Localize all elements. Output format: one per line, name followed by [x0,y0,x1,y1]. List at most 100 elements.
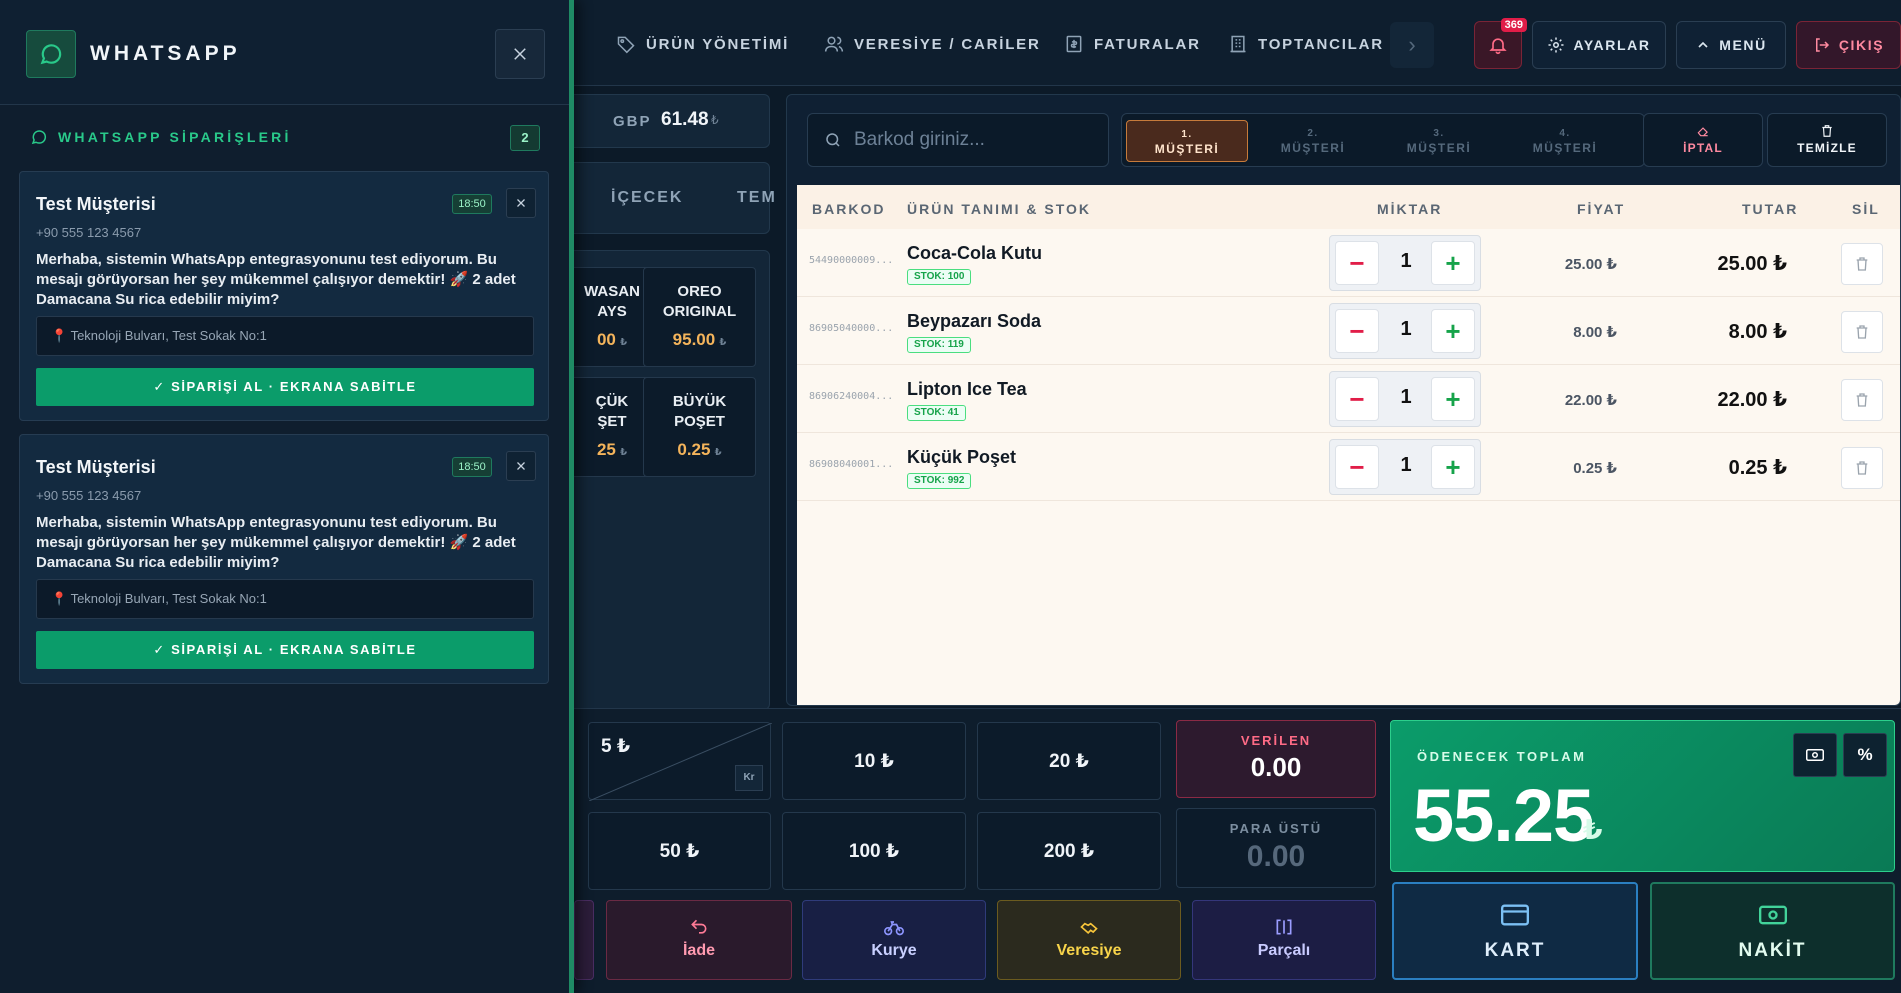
card-payment-button[interactable]: KART [1392,882,1638,980]
quantity-value[interactable]: 1 [1382,454,1430,477]
logout-button[interactable]: ÇIKIŞ [1796,21,1901,69]
percent-icon: % [1857,745,1873,764]
split-payment-button[interactable]: Parçalı [1192,900,1376,980]
cancel-button[interactable]: İPTAL [1643,113,1763,167]
decrease-button[interactable]: − [1335,377,1379,421]
total-label: ÖDENECEK TOPLAM [1417,749,1587,764]
plus-icon: + [1445,383,1461,414]
customer-phone: +90 555 123 4567 [36,488,142,503]
change-value: 0.00 [1246,840,1306,873]
money-200-button[interactable]: 200 ₺ [977,812,1161,890]
trash-icon [1856,393,1868,407]
decrease-button[interactable]: − [1335,309,1379,353]
decrease-button[interactable]: − [1335,241,1379,285]
row-price: 22.00 ₺ [1564,392,1617,409]
category-tem[interactable]: TEM [737,189,777,207]
close-icon [517,462,525,470]
whatsapp-panel: WHATSAPP WHATSAPP SİPARİŞLERİ 2 Test Müş… [0,0,574,993]
pin-icon: 📍 [51,328,68,343]
cart-table: BARKOD ÜRÜN TANIMI & STOK MİKTAR FİYAT T… [797,185,1900,705]
row-price: 0.25 ₺ [1573,460,1617,477]
product-name: POŞET [674,413,725,430]
pin-icon: 📍 [51,591,68,606]
whatsapp-close-button[interactable] [495,29,545,79]
whatsapp-orders-heading: WHATSAPP SİPARİŞLERİ [30,128,292,146]
increase-button[interactable]: + [1431,445,1475,489]
settings-button[interactable]: AYARLAR [1532,21,1666,69]
product-name: OREO [677,283,722,300]
minus-icon: − [1349,247,1365,278]
cash-payment-button[interactable]: NAKİT [1650,882,1895,980]
chevron-up-icon [1698,41,1708,48]
barcode-field[interactable]: Barkod giriniz... [807,113,1109,167]
accept-order-label: SİPARİŞİ AL · EKRANA SABİTLE [171,642,417,657]
notifications-button[interactable]: 369 [1474,18,1527,69]
accept-order-button[interactable]: ✓ SİPARİŞİ AL · EKRANA SABİTLE [36,631,534,669]
notification-count-badge: 369 [1500,18,1527,32]
customer-phone: +90 555 123 4567 [36,225,142,240]
nav-veresiye-label: VERESİYE / CARİLER [854,35,1041,53]
row-total: 25.00 ₺ [1717,253,1787,275]
money-50-button[interactable]: 50 ₺ [588,812,771,890]
increase-button[interactable]: + [1431,309,1475,353]
refund-button[interactable]: İade [606,900,792,980]
money-20-label: 20 ₺ [1049,750,1089,772]
money-20-button[interactable]: 20 ₺ [977,722,1161,800]
courier-label: Kurye [871,942,917,959]
header-fiyat: FİYAT [1577,201,1626,217]
chevron-right-icon: › [1408,32,1416,57]
money-5-button[interactable]: 5 ₺ Kr [588,722,772,801]
settings-label: AYARLAR [1573,37,1651,53]
money-100-button[interactable]: 100 ₺ [782,812,966,890]
nav-urun-yonetimi[interactable]: ÜRÜN YÖNETİMİ [616,30,789,58]
credit-sale-label: Veresiye [1056,942,1122,959]
tab-customer-4[interactable]: 4. MÜŞTERİ [1504,120,1626,162]
money-10-button[interactable]: 10 ₺ [782,722,966,800]
increase-button[interactable]: + [1431,377,1475,421]
cash-drawer-button[interactable] [1793,733,1837,777]
whatsapp-header: WHATSAPP [0,0,569,105]
quantity-value[interactable]: 1 [1382,318,1430,341]
minus-icon: − [1349,315,1365,346]
row-price: 8.00 ₺ [1573,324,1617,341]
nav-veresiye[interactable]: VERESİYE / CARİLER [824,30,1041,58]
courier-button[interactable]: Kurye [802,900,986,980]
tab-customer-2[interactable]: 2. MÜŞTERİ [1252,120,1374,162]
row-product-name: Lipton Ice Tea [907,379,1027,399]
stock-badge: STOK: 992 [907,473,972,489]
given-amount-box[interactable]: VERİLEN 0.00 [1176,720,1376,798]
product-tile[interactable]: BÜYÜK POŞET 0.25 ₺ [643,377,756,477]
cart-header: BARKOD ÜRÜN TANIMI & STOK MİKTAR FİYAT T… [797,185,1900,229]
accept-order-button[interactable]: ✓ SİPARİŞİ AL · EKRANA SABİTLE [36,368,534,406]
banknote-icon [1758,905,1787,925]
tab-customer-3[interactable]: 3. MÜŞTERİ [1378,120,1500,162]
increase-button[interactable]: + [1431,241,1475,285]
quantity-value[interactable]: 1 [1382,250,1430,273]
discount-button[interactable]: % [1843,733,1887,777]
kurus-button[interactable]: Kr [735,765,763,791]
users-icon [824,36,844,52]
nav-toptancilar[interactable]: TOPTANCILAR [1228,30,1384,58]
plus-icon: + [1445,247,1461,278]
nav-faturalar[interactable]: FATURALAR [1064,30,1201,58]
delete-row-button[interactable] [1841,447,1883,489]
dismiss-order-button[interactable] [506,188,536,218]
decrease-button[interactable]: − [1335,445,1379,489]
credit-sale-button[interactable]: Veresiye [997,900,1181,980]
quantity-value[interactable]: 1 [1382,386,1430,409]
tab-customer-1[interactable]: 1. MÜŞTERİ [1126,120,1248,162]
trash-icon [1822,125,1832,137]
delete-row-button[interactable] [1841,379,1883,421]
category-icecek[interactable]: İÇECEK [611,189,683,207]
delete-row-button[interactable] [1841,311,1883,353]
clear-button[interactable]: TEMİZLE [1767,113,1887,167]
partial-action-button[interactable] [574,900,594,980]
stock-badge: STOK: 119 [907,337,971,353]
product-tile[interactable]: OREO ORIGINAL 95.00 ₺ [643,267,756,367]
trash-icon [1856,325,1868,339]
nav-scroll-right-button[interactable]: › [1390,22,1434,68]
menu-button[interactable]: MENÜ [1676,21,1786,69]
dismiss-order-button[interactable] [506,451,536,481]
logout-label: ÇIKIŞ [1838,37,1885,53]
delete-row-button[interactable] [1841,243,1883,285]
